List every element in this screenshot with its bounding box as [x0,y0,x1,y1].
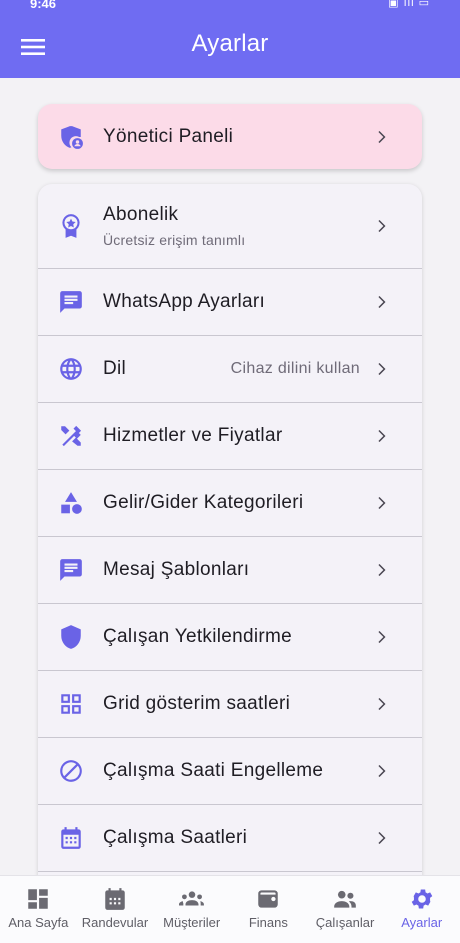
settings-item-working-hours[interactable]: Çalışma Saatleri [38,805,422,872]
nav-label: Finans [248,915,288,930]
settings-item-employee-permissions[interactable]: Çalışan Yetkilendirme [38,604,422,671]
settings-item-categories[interactable]: Gelir/Gider Kategorileri [38,470,422,537]
settings-item-label: Hizmetler ve Fiyatlar [103,425,283,446]
settings-item-whatsapp[interactable]: WhatsApp Ayarları [38,269,422,336]
chat-icon [57,288,85,316]
chevron-right-icon [370,358,392,380]
settings-item-label: Çalışma Saati Engelleme [103,760,324,781]
settings-item-label: Dil [103,358,127,379]
status-system-icons: ▣ ıll ▭ [388,0,430,9]
admin-panel-item[interactable]: Yönetici Paneli [38,104,422,169]
nav-employees[interactable]: Çalışanlar [307,876,384,943]
settings-list: Abonelik Ücretsiz erişim tanımlı WhatsAp… [38,184,422,875]
design-tools-icon [57,422,85,450]
admin-panel-label: Yönetici Paneli [103,125,234,147]
nav-label: Çalışanlar [315,915,375,930]
chevron-right-icon [370,626,392,648]
language-value: Cihaz dilini kullan [230,360,360,377]
dashboard-icon [28,889,49,909]
status-bar: 9:46 ▣ ıll ▭ [0,0,460,14]
settings-item-label: Gelir/Gider Kategorileri [103,492,304,513]
groups-icon [178,891,204,906]
chevron-right-icon [370,126,392,148]
chevron-right-icon [370,291,392,313]
nav-label: Müşteriler [163,915,221,930]
admin-shield-icon [57,123,85,151]
shapes-icon [57,489,85,517]
nav-label: Ana Sayfa [8,915,69,930]
app-bar: Ayarlar [0,14,460,78]
nav-appointments[interactable]: Randevular [77,876,154,943]
nav-label: Randevular [81,915,149,930]
chevron-right-icon [370,760,392,782]
award-icon [57,212,85,240]
block-icon [57,757,85,785]
settings-item-label: Çalışan Yetkilendirme [103,626,293,647]
nav-customers[interactable]: Müşteriler [153,876,230,943]
gear-icon [411,889,432,909]
settings-item-block-hours[interactable]: Çalışma Saati Engelleme [38,738,422,805]
shield-icon [57,623,85,651]
nav-finance[interactable]: Finans [230,876,307,943]
settings-item-label: Çalışma Saatleri [103,827,248,848]
calendar-icon [57,824,85,852]
grid-icon [57,690,85,718]
chevron-right-icon [370,215,392,237]
settings-item-label: Grid gösterim saatleri [103,693,291,714]
settings-item-services[interactable]: Hizmetler ve Fiyatlar [38,403,422,470]
nav-home[interactable]: Ana Sayfa [0,876,77,943]
settings-content: Yönetici Paneli Abonelik Ücretsiz erişim… [0,78,460,875]
chevron-right-icon [370,827,392,849]
people-icon [334,890,356,908]
settings-item-message-templates[interactable]: Mesaj Şablonları [38,537,422,604]
calendar-icon [105,888,125,910]
settings-item-sublabel: Ücretsiz erişim tanımlı [103,232,246,248]
nav-settings[interactable]: Ayarlar [383,876,460,943]
settings-item-label: Abonelik [103,204,179,225]
nav-label: Ayarlar [401,915,443,930]
chevron-right-icon [370,425,392,447]
globe-icon [57,355,85,383]
chevron-right-icon [370,492,392,514]
message-icon [57,556,85,584]
chevron-right-icon [370,693,392,715]
bottom-navigation: Ana Sayfa Randevular Müşteriler Finans Ç… [0,875,460,943]
settings-item-language[interactable]: Dil Cihaz dilini kullan [38,336,422,403]
settings-item-label: Mesaj Şablonları [103,559,250,580]
chevron-right-icon [370,559,392,581]
page-title: Ayarlar [191,30,269,57]
settings-item-label: WhatsApp Ayarları [103,291,266,312]
settings-item-grid-hours[interactable]: Grid gösterim saatleri [38,671,422,738]
status-time: 9:46 [30,0,57,11]
settings-item-subscription[interactable]: Abonelik Ücretsiz erişim tanımlı [38,184,422,269]
wallet-icon [258,890,279,908]
